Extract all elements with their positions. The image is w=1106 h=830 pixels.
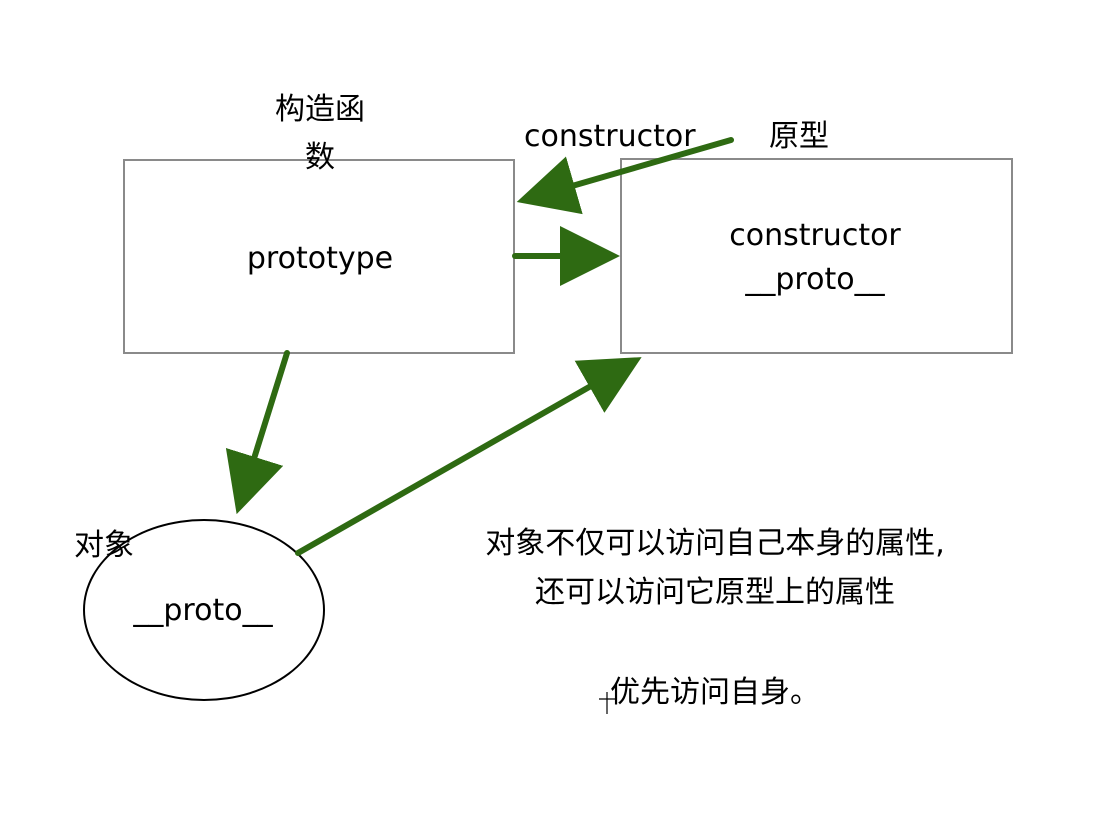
arrow-constructor-to-instance bbox=[225, 350, 290, 515]
diagram-canvas: 构造函 数 prototype 原型 constructor __proto__… bbox=[0, 0, 1106, 830]
text-cursor-icon bbox=[599, 692, 615, 714]
arrow-instance-to-prototype bbox=[295, 357, 642, 556]
arrows-layer bbox=[225, 137, 734, 556]
arrow-prototype-to-constructor bbox=[516, 137, 734, 215]
